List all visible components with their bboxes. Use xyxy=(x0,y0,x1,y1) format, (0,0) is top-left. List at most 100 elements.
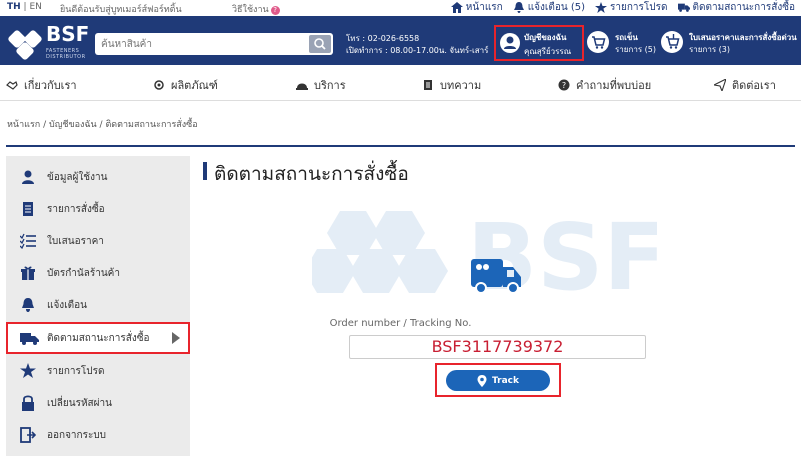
nav-label: ติดต่อเรา xyxy=(732,79,776,92)
question-icon: ? xyxy=(270,6,280,15)
sidebar-item-label: ออกจากระบบ xyxy=(47,429,107,441)
order-number-label: Order number / Tracking No. xyxy=(329,318,472,329)
account-name: คุณสุรีย์วรรณ xyxy=(524,47,572,56)
lang-th-link[interactable]: TH xyxy=(7,2,21,12)
howto-label: วิธีใช้งาน xyxy=(232,5,269,15)
sidebar-item-orders[interactable]: รายการสั่งซื้อ xyxy=(6,194,190,224)
top-utility-bar: TH | EN ยินดีต้อนรับสู่บูทเมอร์ส์ฟอร์ทติ… xyxy=(0,0,801,16)
tracking-number-field[interactable]: BSF3117739372 xyxy=(349,335,646,359)
search-bar xyxy=(95,33,333,55)
welcome-text: ยินดีต้อนรับสู่บูทเมอร์ส์ฟอร์ทติ้น xyxy=(60,5,182,15)
nav-label: บทความ xyxy=(440,79,482,92)
svg-text:?: ? xyxy=(562,81,566,90)
howto-link[interactable]: วิธีใช้งาน? xyxy=(232,2,280,16)
account-title: บัญชีของฉัน xyxy=(524,33,567,42)
search-button[interactable] xyxy=(309,35,331,53)
star-icon xyxy=(595,1,608,13)
breadcrumb[interactable]: หน้าแรก / บัญชีของฉัน / ติดตามสถานะการสั… xyxy=(7,117,198,131)
quote-icon-circle xyxy=(661,31,683,53)
sidebar-item-favorites[interactable]: รายการโปรด xyxy=(6,356,190,386)
track-button[interactable]: Track xyxy=(446,370,550,391)
checklist-icon xyxy=(20,233,36,249)
logo-subtext: FASTENERS DISTRIBUTOR xyxy=(46,48,86,60)
sidebar-item-label: แจ้งเตือน xyxy=(47,299,87,311)
lock-icon xyxy=(22,395,34,411)
lang-separator: | xyxy=(23,2,27,12)
nav-about[interactable]: เกี่ยวกับเรา xyxy=(6,76,77,94)
top-links: หน้าแรก แจ้งเตือน (5) รายการโปรด ติดตามส… xyxy=(450,0,796,14)
top-link-label: ติดตามสถานะการสั่งซื้อ xyxy=(692,1,796,13)
truck-icon xyxy=(20,333,39,345)
hours-text: เปิดทำการ : 08.00-17.00น. จันทร์-เสาร์ xyxy=(346,46,489,55)
nav-label: คำถามที่พบบ่อย xyxy=(576,79,652,92)
cart-icon xyxy=(592,36,606,49)
truck-icon xyxy=(677,3,690,12)
gift-icon xyxy=(21,266,35,280)
sidebar-item-label: ติดตามสถานะการสั่งซื้อ xyxy=(47,332,150,344)
helmet-icon xyxy=(296,83,308,90)
sidebar-item-profile[interactable]: ข้อมูลผู้ใช้งาน xyxy=(6,162,190,192)
top-link-label: แจ้งเตือน (5) xyxy=(527,1,586,13)
user-icon xyxy=(504,36,516,49)
nav-label: เกี่ยวกับเรา xyxy=(24,79,77,92)
bsf-logo[interactable]: BSF FASTENERS DISTRIBUTOR xyxy=(6,22,90,62)
avatar xyxy=(500,33,520,53)
sidebar-item-logout[interactable]: ออกจากระบบ xyxy=(6,420,190,450)
page-title: ติดตามสถานะการสั่งซื้อ xyxy=(214,163,409,185)
language-switcher: TH | EN xyxy=(7,2,42,12)
delivery-truck-icon xyxy=(471,259,521,294)
search-icon xyxy=(314,38,326,50)
sidebar-item-change-password[interactable]: เปลี่ยนรหัสผ่าน xyxy=(6,388,190,418)
title-accent-bar xyxy=(203,162,207,180)
cart-icon-circle xyxy=(587,31,609,53)
cart-count: รายการ (5) xyxy=(615,45,656,54)
top-link-notifications[interactable]: แจ้งเตือน (5) xyxy=(513,0,585,14)
sidebar-item-notifications[interactable]: แจ้งเตือน xyxy=(6,290,190,320)
nav-articles[interactable]: บทความ xyxy=(422,76,481,94)
sidebar-item-label: รายการโปรด xyxy=(47,365,105,377)
main-header: BSF FASTENERS DISTRIBUTOR โทร : 02-026-6… xyxy=(0,16,801,65)
quick-order-cart-icon xyxy=(666,34,680,49)
nav-contact[interactable]: ติดต่อเรา xyxy=(714,76,776,94)
logout-icon xyxy=(20,427,36,443)
phone-text: โทร : 02-026-6558 xyxy=(346,34,420,43)
list-icon xyxy=(23,202,33,216)
user-icon xyxy=(22,170,34,184)
search-input[interactable] xyxy=(95,33,307,55)
sidebar-item-vouchers[interactable]: บัตรกำนัลร้านค้า xyxy=(6,258,190,288)
top-link-favorites[interactable]: รายการโปรด xyxy=(595,0,668,14)
top-link-label: รายการโปรด xyxy=(610,1,668,13)
top-link-tracking[interactable]: ติดตามสถานะการสั่งซื้อ xyxy=(677,0,796,14)
nav-faq[interactable]: ? คำถามที่พบบ่อย xyxy=(558,76,651,94)
chevron-right-icon xyxy=(172,332,180,344)
my-account-button[interactable]: บัญชีของฉัน คุณสุรีย์วรรณ xyxy=(494,25,584,61)
divider xyxy=(6,145,795,147)
sidebar-item-label: รายการสั่งซื้อ xyxy=(47,203,105,215)
document-icon xyxy=(424,80,432,90)
contact-info: โทร : 02-026-6558 เปิดทำการ : 08.00-17.0… xyxy=(346,33,488,57)
logo-text: BSF xyxy=(46,22,90,46)
main-nav: เกี่ยวกับเรา ผลิตภัณฑ์ บริการ บทความ ? ค… xyxy=(0,66,801,101)
send-icon xyxy=(714,79,726,91)
handshake-icon xyxy=(6,81,18,90)
location-pin-icon xyxy=(477,374,487,387)
star-icon xyxy=(20,363,36,378)
sidebar-item-label: ใบเสนอราคา xyxy=(47,235,104,247)
account-sidebar: ข้อมูลผู้ใช้งาน รายการสั่งซื้อ ใบเสนอราค… xyxy=(6,156,190,456)
sidebar-item-quotations[interactable]: ใบเสนอราคา xyxy=(6,226,190,256)
top-link-home[interactable]: หน้าแรก xyxy=(450,0,503,14)
track-button-label: Track xyxy=(492,375,519,386)
home-icon xyxy=(450,1,463,13)
lang-en-link[interactable]: EN xyxy=(29,2,41,12)
nav-products[interactable]: ผลิตภัณฑ์ xyxy=(153,76,218,94)
nav-label: ผลิตภัณฑ์ xyxy=(171,79,218,92)
bell-icon xyxy=(513,1,524,13)
sidebar-item-label: ข้อมูลผู้ใช้งาน xyxy=(47,171,108,183)
bolt-icon xyxy=(154,80,164,90)
nav-services[interactable]: บริการ xyxy=(296,76,346,94)
quote-count: รายการ (3) xyxy=(689,45,730,54)
nav-label: บริการ xyxy=(314,79,346,92)
question-icon: ? xyxy=(558,79,570,91)
sidebar-item-label: เปลี่ยนรหัสผ่าน xyxy=(47,397,112,409)
top-link-label: หน้าแรก xyxy=(465,1,503,13)
